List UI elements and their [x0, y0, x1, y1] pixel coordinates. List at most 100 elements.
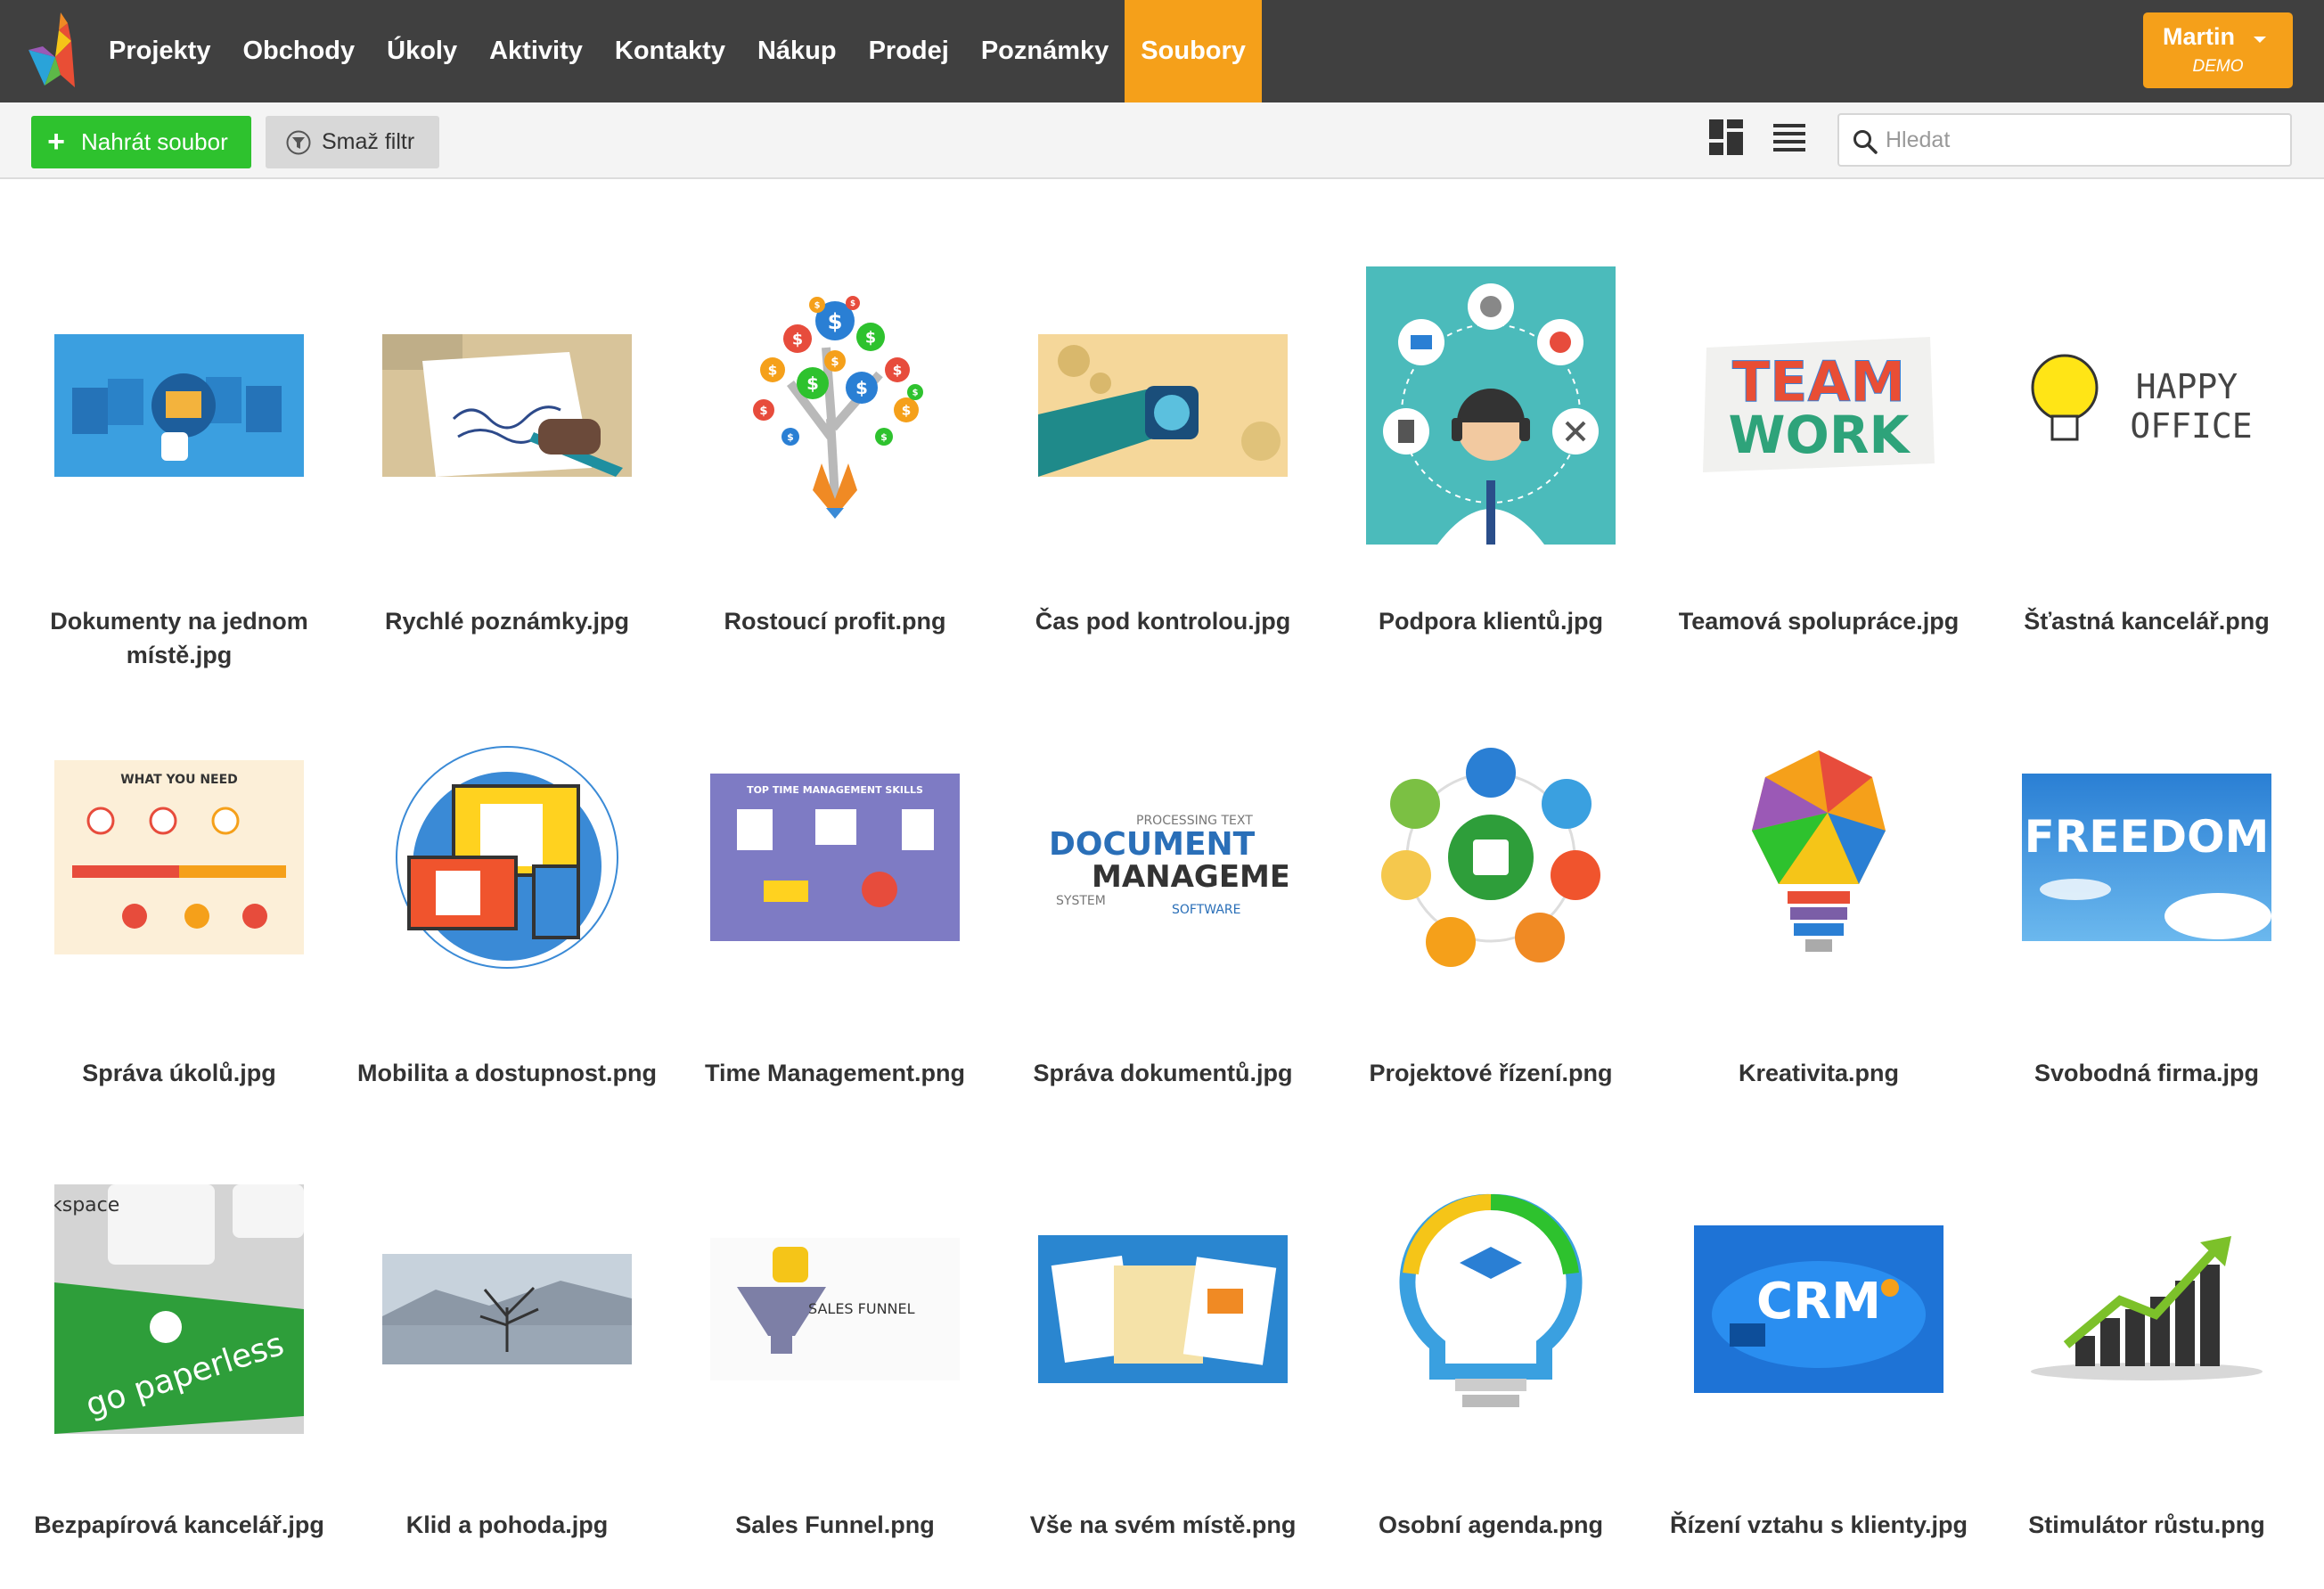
svg-text:TOP TIME MANAGEMENT SKILLS: TOP TIME MANAGEMENT SKILLS	[747, 784, 923, 796]
file-thumbnail[interactable]	[382, 233, 632, 578]
file-name[interactable]: Podpora klientů.jpg	[1327, 604, 1655, 638]
file-name[interactable]: Svobodná firma.jpg	[1983, 1056, 2311, 1090]
file-thumbnail[interactable]: TOP TIME MANAGEMENT SKILLS	[710, 684, 960, 1030]
file-thumbnail[interactable]: SALES FUNNEL	[710, 1136, 960, 1482]
search-input[interactable]	[1886, 119, 2278, 161]
plus-icon: +	[47, 125, 65, 159]
file-name[interactable]: Osobní agenda.png	[1327, 1508, 1655, 1542]
svg-text:TEAM: TEAM	[1732, 349, 1905, 414]
file-thumbnail[interactable]	[382, 684, 632, 1030]
file-thumbnail[interactable]	[1366, 684, 1616, 1030]
file-card[interactable]: Dokumenty na jednom místě.jpg	[15, 233, 343, 685]
svg-text:DOCUMENT: DOCUMENT	[1049, 826, 1256, 863]
clear-filter-button[interactable]: Smaž filtr	[266, 116, 439, 168]
file-thumbnail[interactable]: FREEDOM	[2022, 684, 2271, 1030]
file-name[interactable]: Rostoucí profit.png	[671, 604, 999, 638]
file-name[interactable]: Bezpapírová kancelář.jpg	[15, 1508, 343, 1542]
file-card[interactable]: Mobilita a dostupnost.png	[343, 684, 671, 1137]
file-card[interactable]: Vše na svém místě.png	[999, 1136, 1327, 1589]
svg-text:$: $	[792, 331, 803, 348]
user-menu-button[interactable]: Martin DEMO	[2143, 12, 2293, 88]
user-role: DEMO	[2192, 57, 2244, 76]
file-name[interactable]: Time Management.png	[671, 1056, 999, 1090]
file-thumbnail[interactable]: DOCUMENT MANAGEMENT PROCESSING TEXT SYST…	[1038, 684, 1288, 1030]
file-card[interactable]: Čas pod kontrolou.jpg	[999, 233, 1327, 685]
svg-text:HAPPY: HAPPY	[2136, 367, 2238, 406]
upload-file-label: Nahrát soubor	[81, 128, 228, 155]
file-card[interactable]: Projektové řízení.png	[1327, 684, 1655, 1137]
file-thumbnail[interactable]	[1694, 684, 1943, 1030]
file-thumbnail[interactable]: HAPPY OFFICE	[2022, 233, 2271, 578]
file-name[interactable]: Správa úkolů.jpg	[15, 1056, 343, 1090]
file-card[interactable]: Podpora klientů.jpg	[1327, 233, 1655, 685]
file-card[interactable]: WHAT YOU NEED Správa úkolů.jpg	[15, 684, 343, 1137]
nav-item-aktivity[interactable]: Aktivity	[473, 0, 599, 102]
file-card[interactable]: Osobní agenda.png	[1327, 1136, 1655, 1589]
file-thumbnail[interactable]: CRM	[1694, 1136, 1943, 1482]
svg-text:$: $	[893, 363, 903, 379]
app-logo-icon[interactable]	[25, 11, 82, 87]
file-card[interactable]: HAPPY OFFICE Šťastná kancelář.png	[1983, 233, 2311, 685]
file-card[interactable]: Stimulátor růstu.png	[1983, 1136, 2311, 1589]
svg-text:FREEDOM: FREEDOM	[2025, 811, 2270, 863]
file-card[interactable]: Kreativita.png	[1655, 684, 1983, 1137]
file-name[interactable]: Kreativita.png	[1655, 1056, 1983, 1090]
file-card[interactable]: Klid a pohoda.jpg	[343, 1136, 671, 1589]
file-thumbnail[interactable]	[1038, 233, 1288, 578]
user-name: Martin	[2163, 23, 2235, 50]
file-card[interactable]: FREEDOM Svobodná firma.jpg	[1983, 684, 2311, 1137]
svg-text:$: $	[787, 431, 794, 443]
file-card[interactable]: TOP TIME MANAGEMENT SKILLS Time Manageme…	[671, 684, 999, 1137]
file-name[interactable]: Vše na svém místě.png	[999, 1508, 1327, 1542]
file-card[interactable]: CRM Řízení vztahu s klienty.jpg	[1655, 1136, 1983, 1589]
svg-text:$: $	[865, 329, 876, 347]
svg-text:$: $	[806, 373, 819, 394]
file-thumbnail[interactable]	[382, 1136, 632, 1482]
file-name[interactable]: Mobilita a dostupnost.png	[343, 1056, 671, 1090]
svg-text:$: $	[768, 363, 778, 379]
file-thumbnail[interactable]	[54, 233, 304, 578]
file-name[interactable]: Projektové řízení.png	[1327, 1056, 1655, 1090]
file-thumbnail[interactable]: WHAT YOU NEED	[54, 684, 304, 1030]
file-name[interactable]: Správa dokumentů.jpg	[999, 1056, 1327, 1090]
file-name[interactable]: Teamová spolupráce.jpg	[1655, 604, 1983, 638]
nav-item-ukoly[interactable]: Úkoly	[371, 0, 473, 102]
svg-text:kspace: kspace	[54, 1194, 119, 1216]
svg-text:$: $	[855, 378, 868, 398]
file-card[interactable]: $ $ $ $ $ $ $ $ $ $ $ $ $ $ $ Rostoucí profit.png	[671, 233, 999, 685]
nav-item-projekty[interactable]: Projekty	[93, 0, 226, 102]
file-thumbnail[interactable]: kspace go paperless	[54, 1136, 304, 1482]
file-name[interactable]: Stimulátor růstu.png	[1983, 1508, 2311, 1542]
nav-item-soubory[interactable]: Soubory	[1125, 0, 1262, 102]
file-thumbnail[interactable]: $ $ $ $ $ $ $ $ $ $ $ $ $ $ $	[710, 233, 960, 578]
file-name[interactable]: Klid a pohoda.jpg	[343, 1508, 671, 1542]
file-name[interactable]: Čas pod kontrolou.jpg	[999, 604, 1327, 638]
svg-text:SALES FUNNEL: SALES FUNNEL	[808, 1300, 915, 1317]
filter-icon	[286, 130, 311, 154]
file-name[interactable]: Šťastná kancelář.png	[1983, 604, 2311, 638]
file-card[interactable]: Rychlé poznámky.jpg	[343, 233, 671, 685]
nav-item-nakup[interactable]: Nákup	[741, 0, 853, 102]
file-thumbnail[interactable]	[1038, 1136, 1288, 1482]
nav-item-obchody[interactable]: Obchody	[226, 0, 371, 102]
file-card[interactable]: DOCUMENT MANAGEMENT PROCESSING TEXT SYST…	[999, 684, 1327, 1137]
file-card[interactable]: SALES FUNNEL Sales Funnel.png	[671, 1136, 999, 1589]
file-card[interactable]: TEAM WORK TEAM Teamová spolupráce.jpg	[1655, 233, 1983, 685]
list-view-icon[interactable]	[1773, 121, 1805, 153]
nav-item-kontakty[interactable]: Kontakty	[599, 0, 741, 102]
file-name[interactable]: Rychlé poznámky.jpg	[343, 604, 671, 638]
svg-text:$: $	[759, 405, 767, 418]
file-thumbnail[interactable]	[2022, 1136, 2271, 1482]
upload-file-button[interactable]: + Nahrát soubor	[31, 116, 251, 168]
nav-item-poznamky[interactable]: Poznámky	[965, 0, 1125, 102]
nav-item-prodej[interactable]: Prodej	[853, 0, 965, 102]
svg-text:MANAGEMENT: MANAGEMENT	[1092, 859, 1288, 895]
grid-view-icon[interactable]	[1709, 119, 1743, 155]
file-thumbnail[interactable]	[1366, 1136, 1616, 1482]
file-name[interactable]: Dokumenty na jednom místě.jpg	[15, 604, 343, 672]
file-thumbnail[interactable]	[1366, 233, 1616, 578]
file-name[interactable]: Sales Funnel.png	[671, 1508, 999, 1542]
file-name[interactable]: Řízení vztahu s klienty.jpg	[1655, 1508, 1983, 1542]
file-thumbnail[interactable]: TEAM WORK TEAM	[1694, 233, 1943, 578]
file-card[interactable]: kspace go paperless Bezpapírová kancelář…	[15, 1136, 343, 1589]
